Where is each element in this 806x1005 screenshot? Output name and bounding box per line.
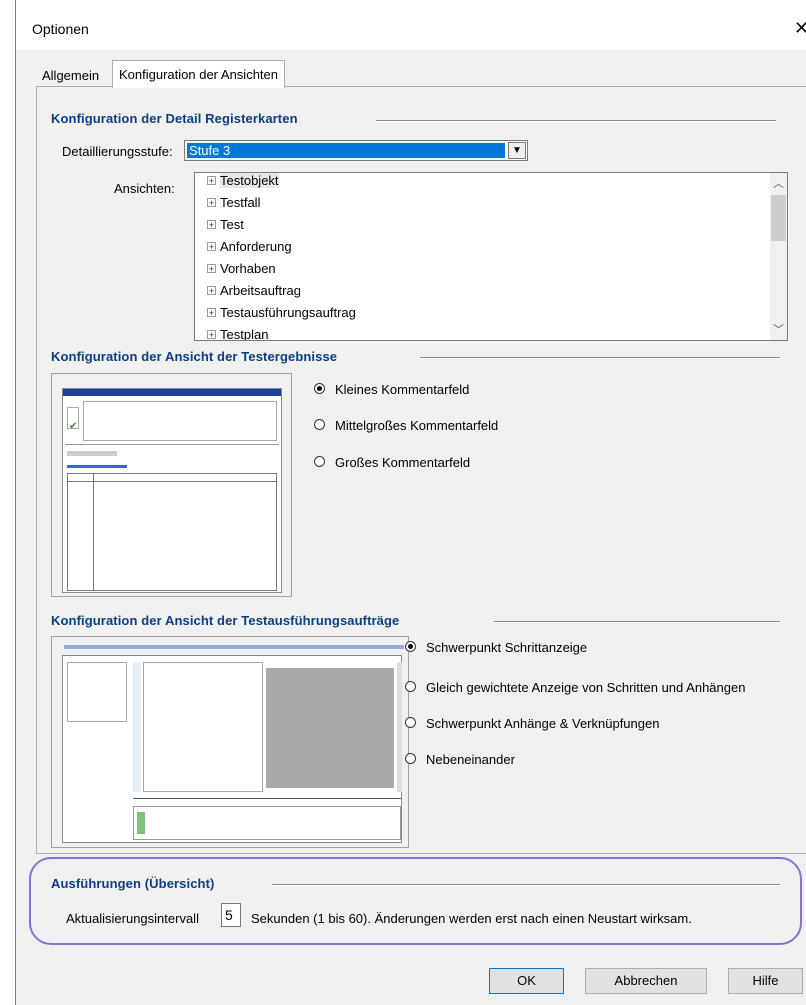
expand-icon[interactable]: + — [207, 220, 216, 230]
radio-mittelgrosses-kommentarfeld[interactable]: Mittelgroßes Kommentarfeld — [314, 418, 498, 433]
detail-level-dropdown[interactable]: Stufe 3 ▼ — [184, 140, 528, 161]
results-section-title: Konfiguration der Ansicht der Testergebn… — [51, 349, 338, 364]
tree-item-testobjekt[interactable]: + Testobjekt — [207, 173, 279, 192]
expand-icon[interactable]: + — [207, 198, 216, 208]
scroll-up-icon[interactable]: ︿ — [770, 175, 787, 192]
tab-allgemein[interactable]: Allgemein — [38, 65, 104, 88]
orders-section-title: Konfiguration der Ansicht der Testausfüh… — [51, 613, 400, 628]
views-label: Ansichten: — [114, 181, 175, 196]
expand-icon[interactable]: + — [207, 176, 216, 186]
preview-window: ✔ — [62, 388, 282, 593]
highlight-outline — [29, 857, 802, 945]
radio-gleich-gewichtete-anzeige[interactable]: Gleich gewichtete Anzeige von Schritten … — [405, 680, 745, 695]
orders-preview-image — [51, 636, 409, 848]
radio-button[interactable] — [314, 383, 325, 395]
tab-konfiguration-ansichten[interactable]: Konfiguration der Ansichten — [112, 60, 285, 88]
detail-level-value: Stufe 3 — [187, 143, 505, 158]
radio-schwerpunkt-schrittanzeige[interactable]: Schwerpunkt Schrittanzeige — [405, 640, 587, 655]
radio-button[interactable] — [405, 681, 416, 693]
radio-button[interactable] — [405, 717, 416, 729]
title-bar: Optionen ✕ — [16, 0, 806, 50]
section-divider — [420, 357, 780, 359]
ok-button[interactable]: OK — [489, 968, 564, 994]
tree-item-vorhaben[interactable]: + Vorhaben — [207, 258, 276, 280]
tree-item-testfall[interactable]: + Testfall — [207, 192, 260, 214]
radio-button[interactable] — [314, 419, 325, 431]
expand-icon[interactable]: + — [207, 264, 216, 274]
detail-section-title: Konfiguration der Detail Registerkarten — [51, 111, 298, 126]
help-button[interactable]: Hilfe — [728, 968, 803, 994]
section-divider — [376, 120, 776, 122]
tree-item-arbeitsauftrag[interactable]: + Arbeitsauftrag — [207, 280, 301, 302]
preview-window — [62, 655, 402, 843]
tree-item-anforderung[interactable]: + Anforderung — [207, 236, 292, 258]
scroll-down-icon[interactable]: ﹀ — [770, 321, 787, 338]
chevron-down-icon[interactable]: ▼ — [508, 142, 526, 159]
options-dialog: Optionen ✕ Allgemein Konfiguration der A… — [15, 0, 806, 1005]
cancel-button[interactable]: Abbrechen — [585, 968, 707, 994]
radio-kleines-kommentarfeld[interactable]: Kleines Kommentarfeld — [314, 382, 469, 397]
tree-item-testplan[interactable]: + Testplan — [207, 324, 268, 340]
expand-icon[interactable]: + — [207, 286, 216, 296]
section-divider — [494, 621, 780, 623]
close-icon[interactable]: ✕ — [794, 18, 806, 39]
scroll-thumb[interactable] — [771, 195, 786, 241]
detail-level-label: Detaillierungsstufe: — [62, 144, 173, 159]
radio-grosses-kommentarfeld[interactable]: Großes Kommentarfeld — [314, 455, 470, 470]
radio-button[interactable] — [314, 456, 325, 468]
radio-button[interactable] — [405, 753, 416, 765]
views-scrollbar[interactable]: ︿ ﹀ — [770, 173, 787, 340]
window-title: Optionen — [32, 21, 89, 37]
results-preview-image: ✔ — [51, 373, 292, 597]
radio-button[interactable] — [405, 641, 416, 653]
expand-icon[interactable]: + — [207, 242, 216, 252]
expand-icon[interactable]: + — [207, 330, 216, 340]
radio-nebeneinander[interactable]: Nebeneinander — [405, 752, 515, 767]
radio-schwerpunkt-anhaenge[interactable]: Schwerpunkt Anhänge & Verknüpfungen — [405, 716, 659, 731]
tree-item-testausfuehrungsauftrag[interactable]: + Testausführungsauftrag — [207, 302, 356, 324]
expand-icon[interactable]: + — [207, 308, 216, 318]
views-tree[interactable]: + Testobjekt + Testfall + Test + Anforderung… — [194, 172, 788, 341]
tree-item-test[interactable]: + Test — [207, 214, 244, 236]
